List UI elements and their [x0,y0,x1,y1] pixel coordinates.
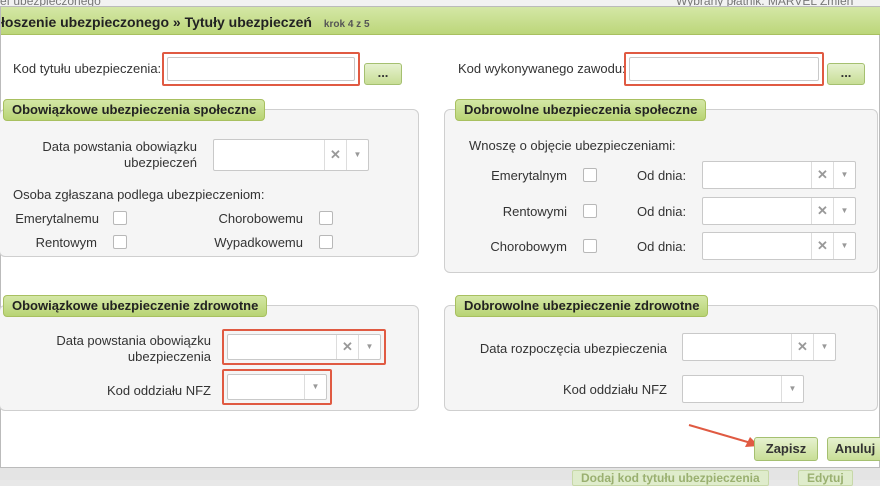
voluntary-sickness-from-date-field[interactable]: ✕ ▼ [702,232,856,260]
insurance-title-code-label: Kod tytułu ubezpieczenia: [13,61,162,76]
clear-icon[interactable]: ✕ [791,334,813,360]
clear-icon[interactable]: ✕ [811,198,833,224]
mandatory-health-start-date-field[interactable]: ✕ ▼ [227,334,381,360]
clear-icon[interactable]: ✕ [811,233,833,259]
voluntary-disability-from-label: Od dnia: [637,204,687,219]
voluntary-health-start-label: Data rozpoczęcia ubezpieczenia [479,341,667,356]
voluntary-health-start-date-field[interactable]: ✕ ▼ [682,333,836,361]
insurance-title-code-input[interactable] [167,57,355,81]
clear-icon[interactable]: ✕ [811,162,833,188]
mandatory-health-start-label-line1: Data powstania obowiązku [56,333,211,348]
voluntary-pension-checkbox[interactable] [583,168,597,182]
voluntary-pension-label: Emerytalnym [491,168,567,183]
disability-insurance-label: Rentowym [35,235,97,250]
insurance-titles-dialog: łoszenie ubezpieczonego » Tytuły ubezpie… [0,6,880,468]
voluntary-disability-from-date-field[interactable]: ✕ ▼ [702,197,856,225]
save-button[interactable]: Zapisz [754,437,818,461]
pension-insurance-label: Emerytalnemu [15,211,99,226]
dialog-title: łoszenie ubezpieczonego » Tytuły ubezpie… [1,14,370,30]
dialog-header: łoszenie ubezpieczonego » Tytuły ubezpie… [1,7,880,35]
voluntary-social-insurance-legend: Dobrowolne ubezpieczenia społeczne [455,99,707,121]
voluntary-health-insurance-legend: Dobrowolne ubezpieczenie zdrowotne [455,295,709,317]
background-edit-button: Edytuj [798,470,853,486]
insurance-title-code-lookup-button[interactable]: ... [364,63,402,85]
mandatory-health-start-label-line2: ubezpieczenia [127,349,211,364]
dropdown-arrow-icon[interactable]: ▼ [833,233,855,259]
mandatory-health-insurance-legend: Obowiązkowe ubezpieczenie zdrowotne [3,295,268,317]
pension-insurance-checkbox[interactable] [113,211,127,225]
voluntary-sickness-label: Chorobowym [490,239,567,254]
dropdown-arrow-icon[interactable]: ▼ [781,376,803,402]
cancel-button[interactable]: Anuluj [827,437,880,461]
mandatory-social-subject-label: Osoba zgłaszana podlega ubezpieczeniom: [13,187,265,202]
mandatory-social-start-label-line1: Data powstania obowiązku [42,139,197,154]
voluntary-disability-label: Rentowymi [502,204,567,219]
background-add-code-button: Dodaj kod tytułu ubezpieczenia [572,470,769,486]
mandatory-health-nfz-label: Kod oddziału NFZ [106,383,211,398]
annotation-arrow-icon [688,424,759,447]
mandatory-health-nfz-select[interactable]: ▼ [227,374,327,400]
mandatory-social-insurance-legend: Obowiązkowe ubezpieczenia społeczne [3,99,266,121]
voluntary-health-nfz-select[interactable]: ▼ [682,375,804,403]
accident-insurance-label: Wypadkowemu [214,235,303,250]
voluntary-disability-checkbox[interactable] [583,204,597,218]
dialog-title-text: łoszenie ubezpieczonego » Tytuły ubezpie… [1,14,312,30]
clear-icon[interactable]: ✕ [336,335,358,359]
dropdown-arrow-icon[interactable]: ▼ [833,162,855,188]
voluntary-pension-from-date-field[interactable]: ✕ ▼ [702,161,856,189]
disability-insurance-checkbox[interactable] [113,235,127,249]
dropdown-arrow-icon[interactable]: ▼ [346,140,368,170]
voluntary-sickness-checkbox[interactable] [583,239,597,253]
dropdown-arrow-icon[interactable]: ▼ [304,375,326,399]
mandatory-social-start-label-line2: ubezpieczeń [124,155,197,170]
occupation-code-lookup-button[interactable]: ... [827,63,865,85]
occupation-code-label: Kod wykonywanego zawodu: [458,61,626,76]
voluntary-sickness-from-label: Od dnia: [637,239,687,254]
dropdown-arrow-icon[interactable]: ▼ [833,198,855,224]
dropdown-arrow-icon[interactable]: ▼ [358,335,380,359]
sickness-insurance-checkbox[interactable] [319,211,333,225]
voluntary-pension-from-label: Od dnia: [637,168,687,183]
dialog-step-indicator: krok 4 z 5 [323,19,370,30]
mandatory-social-start-date-field[interactable]: ✕ ▼ [213,139,369,171]
clear-icon[interactable]: ✕ [324,140,346,170]
voluntary-social-request-label: Wnoszę o objęcie ubezpieczeniami: [469,138,676,153]
voluntary-health-nfz-label: Kod oddziału NFZ [562,382,667,397]
sickness-insurance-label: Chorobowemu [218,211,303,226]
accident-insurance-checkbox[interactable] [319,235,333,249]
dropdown-arrow-icon[interactable]: ▼ [813,334,835,360]
occupation-code-input[interactable] [629,57,819,81]
